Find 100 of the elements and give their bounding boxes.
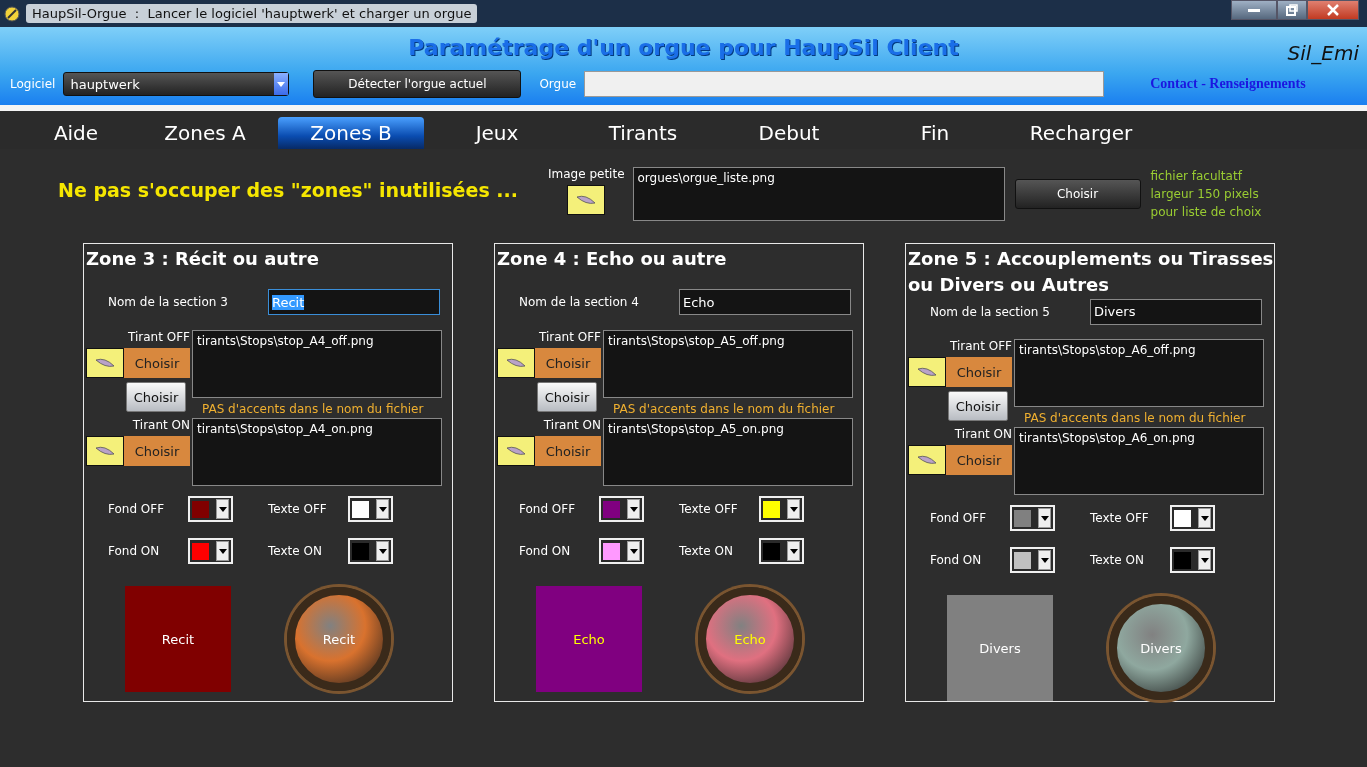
color-label: Texte ON [679, 544, 734, 558]
file-path-field[interactable]: orgues\orgue_liste.png [632, 167, 1005, 221]
choose-button[interactable]: Choisir [1014, 179, 1141, 209]
organ-label: Orgue [539, 77, 577, 91]
tab[interactable]: Recharger [1008, 117, 1154, 149]
tab[interactable]: Tirants [570, 117, 716, 149]
tab[interactable]: Zones A [132, 117, 278, 149]
color-label: Texte OFF [1090, 511, 1150, 525]
detect-organ-button[interactable]: Détecter l'orgue actuel [313, 70, 522, 98]
choose-button[interactable]: Choisir [946, 357, 1012, 387]
window-title: HaupSil-Orgue : Lancer le logiciel 'hauptwerk' et charger un orgue [26, 4, 478, 23]
feather-icon [576, 194, 597, 206]
dropdown-arrow-icon [1200, 557, 1209, 563]
dropdown-arrow-icon [378, 548, 387, 554]
dropdown-arrow-icon [1200, 515, 1209, 521]
choose-button[interactable]: Choisir [537, 382, 597, 412]
feather-icon [917, 366, 937, 378]
preview-button[interactable] [908, 357, 946, 387]
dropdown-arrow-icon [218, 506, 227, 512]
choose-button[interactable]: Choisir [535, 348, 601, 378]
color-picker[interactable] [599, 496, 644, 522]
color-picker[interactable] [599, 538, 644, 564]
color-label: Texte ON [1090, 553, 1145, 567]
tab[interactable]: Zones B [278, 117, 424, 149]
software-label: Logiciel [10, 77, 56, 91]
color-label: Fond ON [519, 544, 572, 558]
stop-preview-square: Echo [536, 586, 642, 692]
zone-title: Zone 3 : Récit ou autre [86, 247, 320, 271]
stop-off-label: Tirant OFF [950, 339, 1012, 353]
file-path-field[interactable]: tirants\Stops\stop_A6_off.png [1014, 339, 1264, 407]
choose-button[interactable]: Choisir [948, 391, 1008, 421]
color-picker[interactable] [1170, 505, 1215, 531]
color-picker[interactable] [348, 538, 393, 564]
section-name-label: Nom de la section 3 [108, 295, 229, 309]
color-picker[interactable] [188, 496, 233, 522]
close-button[interactable] [1307, 0, 1359, 20]
color-label: Texte ON [268, 544, 323, 558]
color-label: Texte OFF [679, 502, 739, 516]
stop-off-label: Tirant OFF [128, 330, 190, 344]
notice-text: Ne pas s'occuper des "zones" inutilisées ... [58, 179, 519, 201]
section-name-field[interactable]: Divers [1090, 298, 1262, 325]
section-name-label: Nom de la section 5 [930, 304, 1051, 319]
stop-knob-preview: Divers [1109, 596, 1213, 700]
color-picker[interactable] [1010, 547, 1055, 573]
tab[interactable]: Fin [862, 117, 1008, 149]
choose-button[interactable]: Choisir [124, 348, 190, 378]
preview-button[interactable] [497, 436, 535, 466]
hint-text: largeur 150 pixels [1150, 186, 1260, 203]
file-path-field[interactable]: tirants\Stops\stop_A4_off.png [192, 330, 442, 398]
file-path-field[interactable]: tirants\Stops\stop_A5_off.png [603, 330, 853, 398]
color-picker[interactable] [1170, 547, 1215, 573]
preview-button[interactable] [567, 185, 606, 215]
small-image-label: Image petite [548, 167, 625, 181]
dropdown-arrow-icon [378, 506, 387, 512]
stop-knob-preview: Echo [698, 587, 802, 691]
feather-icon [95, 357, 115, 369]
file-path-field[interactable]: tirants\Stops\stop_A4_on.png [192, 418, 442, 486]
file-path-field[interactable]: tirants\Stops\stop_A6_on.png [1014, 427, 1264, 495]
preview-button[interactable] [497, 348, 535, 378]
feather-icon [506, 445, 526, 457]
dropdown-arrow-icon [218, 548, 227, 554]
dropdown-arrow-icon [1040, 515, 1049, 521]
maximize-icon [1286, 4, 1298, 16]
warning-text: PAS d'accents dans le nom du fichier [1024, 411, 1247, 425]
stop-on-label: Tirant ON [132, 418, 190, 432]
preview-button[interactable] [86, 348, 124, 378]
choose-button[interactable]: Choisir [946, 445, 1012, 475]
file-path-field[interactable]: tirants\Stops\stop_A5_on.png [603, 418, 853, 486]
preview-button[interactable] [86, 436, 124, 466]
stop-on-label: Tirant ON [954, 427, 1012, 441]
user-name: Sil_Emi [1287, 41, 1359, 65]
organ-field[interactable] [584, 71, 1105, 97]
color-picker[interactable] [759, 538, 804, 564]
section-name-label: Nom de la section 4 [519, 295, 640, 309]
tab[interactable]: Jeux [424, 117, 570, 149]
choose-button[interactable]: Choisir [535, 436, 601, 466]
hint-text: pour liste de choix [1150, 204, 1262, 221]
stop-preview-square: Divers [947, 595, 1053, 701]
page-title: Paramétrage d'un orgue pour HaupSil Client [408, 34, 959, 60]
minimize-button[interactable] [1231, 0, 1277, 20]
maximize-button[interactable] [1277, 0, 1307, 20]
color-picker[interactable] [1010, 505, 1055, 531]
color-picker[interactable] [348, 496, 393, 522]
app-icon [4, 5, 20, 22]
stop-preview-square: Recit [125, 586, 231, 692]
tab[interactable]: Aide [20, 117, 132, 149]
color-picker[interactable] [759, 496, 804, 522]
choose-button[interactable]: Choisir [124, 436, 190, 466]
preview-button[interactable] [908, 445, 946, 475]
feather-icon [506, 357, 526, 369]
choose-button[interactable]: Choisir [126, 382, 186, 412]
zone-title: Zone 5 : Accouplements ou Tirasses ou Divers ou Autres [908, 247, 1274, 297]
section-name-field[interactable]: Echo [679, 289, 851, 315]
zone-title: Zone 4 : Echo ou autre [497, 247, 728, 271]
tab[interactable]: Debut [716, 117, 862, 149]
color-label: Fond ON [108, 544, 161, 558]
color-label: Fond ON [930, 553, 983, 567]
color-picker[interactable] [188, 538, 233, 564]
software-dropdown[interactable]: hauptwerk [63, 72, 290, 96]
color-label: Fond OFF [519, 502, 577, 516]
